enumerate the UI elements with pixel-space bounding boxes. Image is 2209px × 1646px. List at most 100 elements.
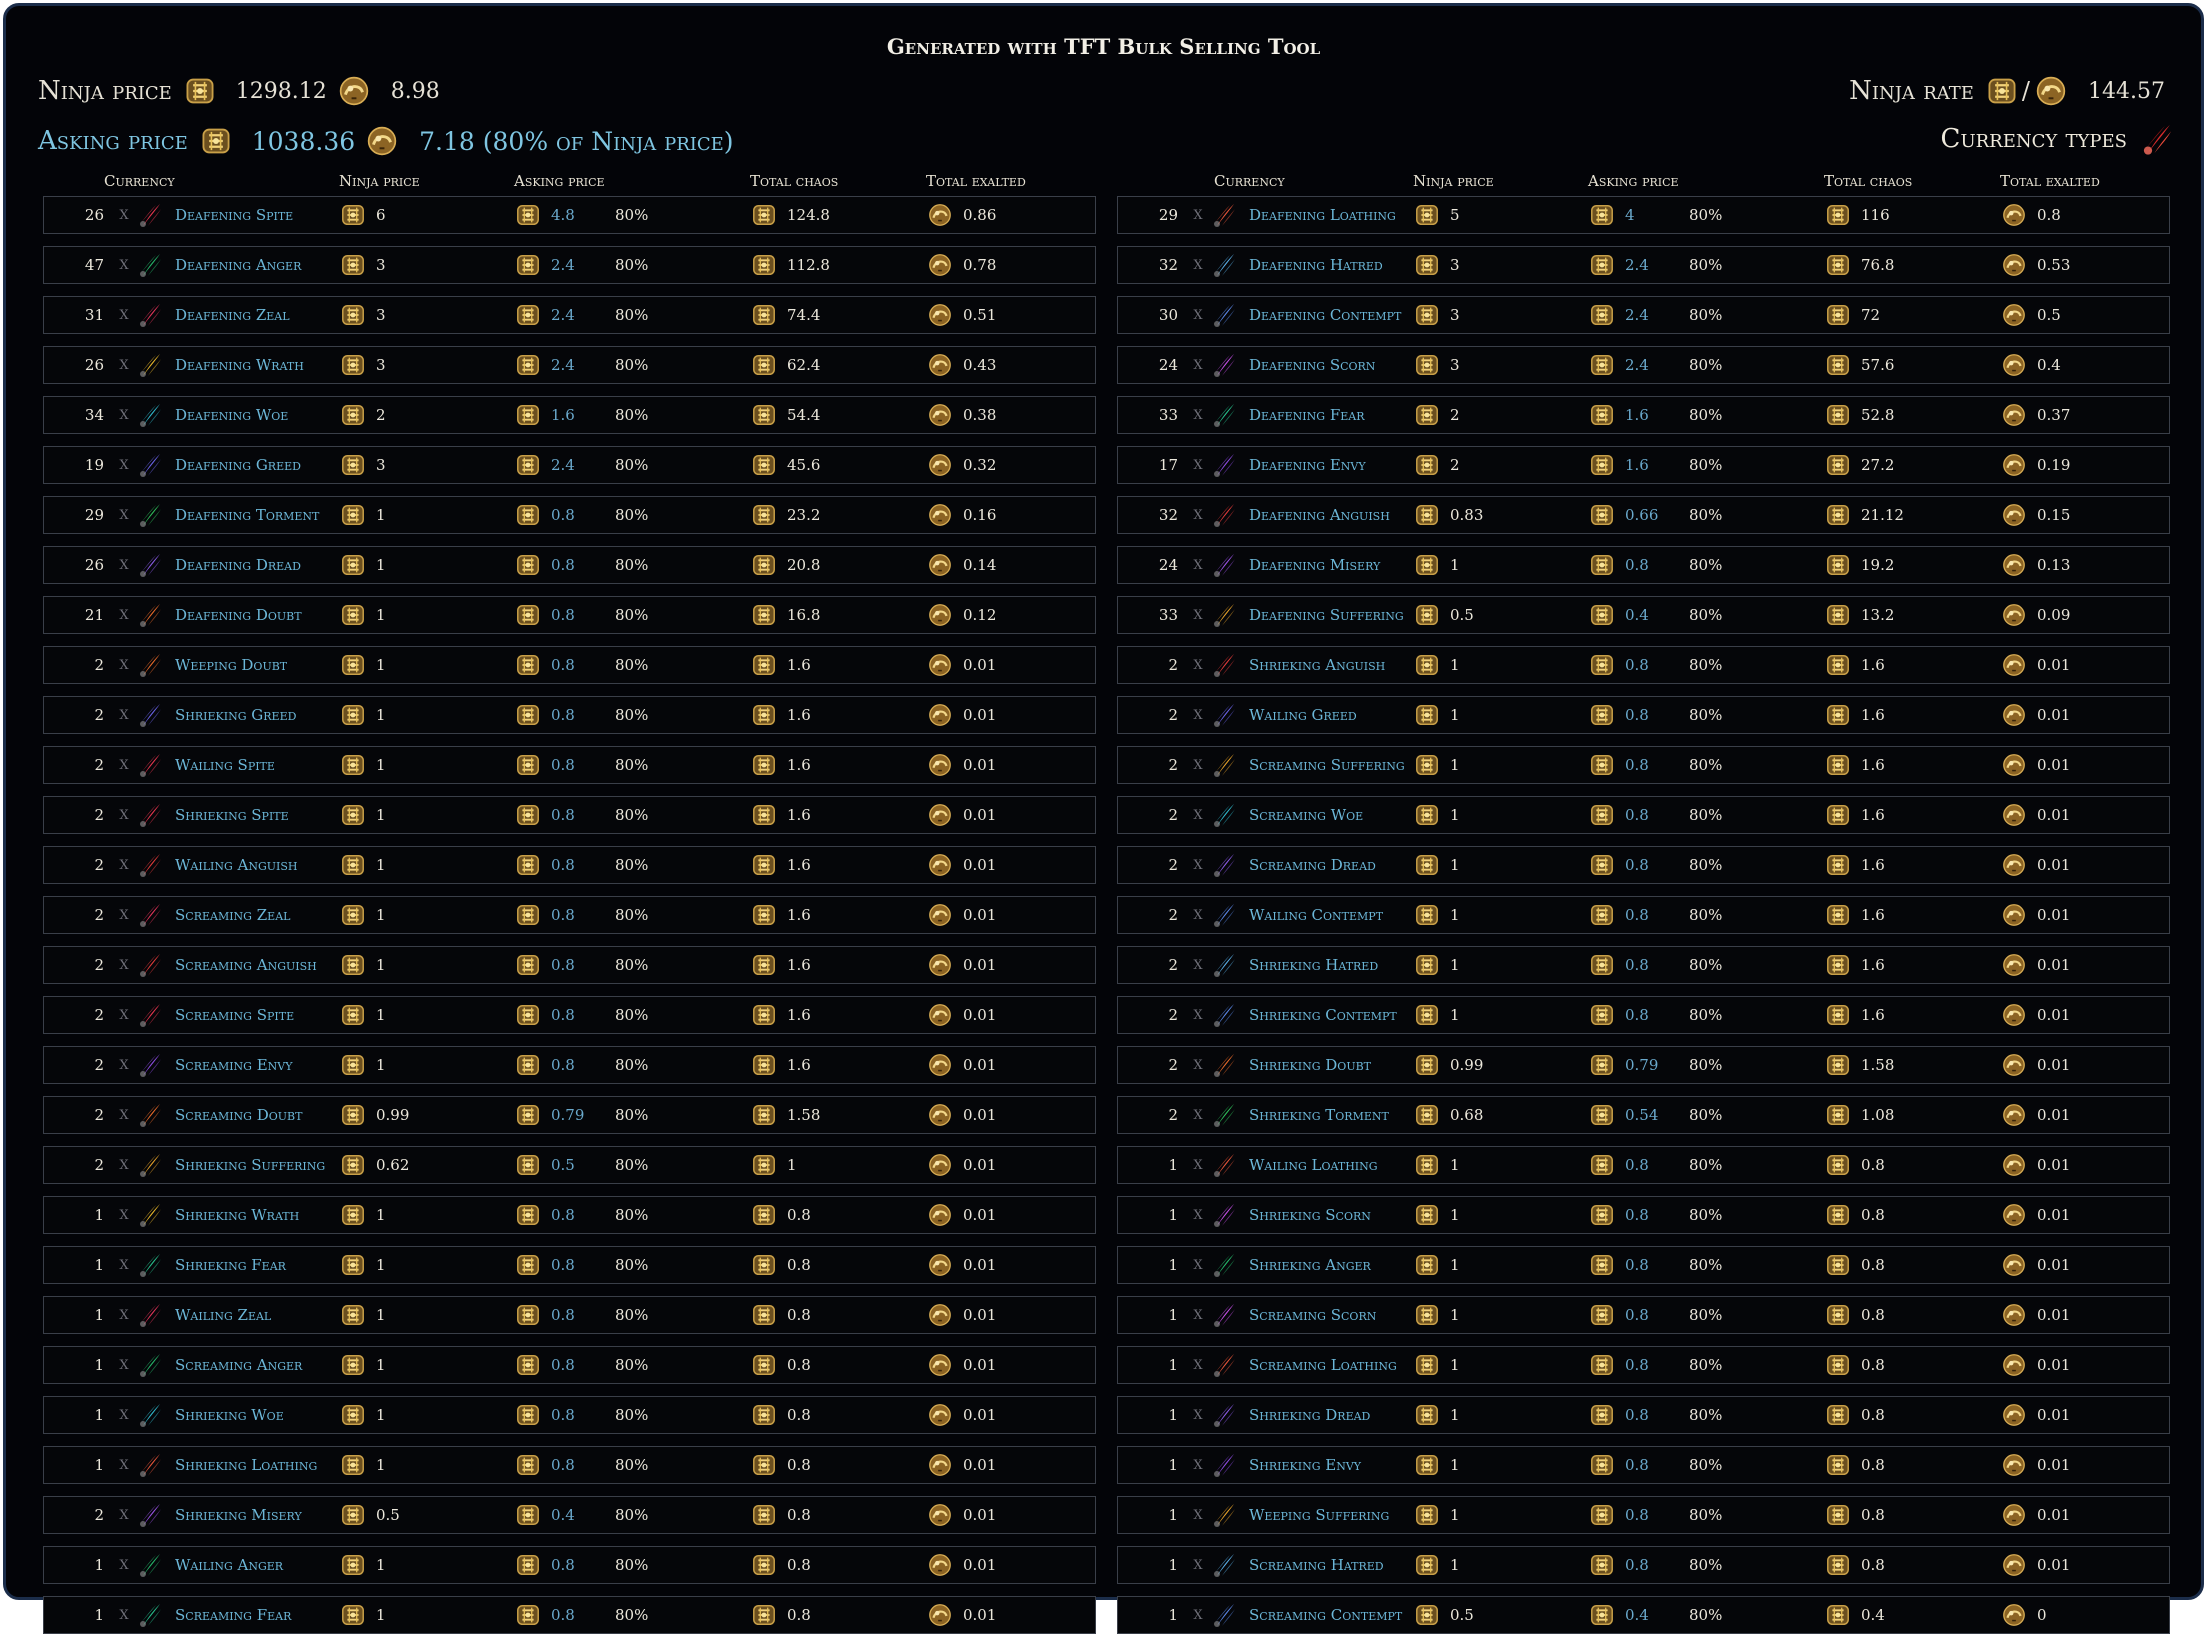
asking-price-value[interactable]: 0.8: [1625, 856, 1649, 874]
asking-price-value[interactable]: 0.8: [551, 1556, 575, 1574]
asking-price-value[interactable]: 2.4: [551, 306, 575, 324]
asking-price-value[interactable]: 0.8: [1625, 1406, 1649, 1424]
currency-name[interactable]: Shrieking Anger: [1249, 1247, 1371, 1283]
currency-name[interactable]: Shrieking Hatred: [1249, 947, 1378, 983]
currency-name[interactable]: Shrieking Envy: [1249, 1447, 1361, 1483]
currency-name[interactable]: Shrieking Dread: [1249, 1397, 1370, 1433]
currency-name[interactable]: Deafening Envy: [1249, 447, 1366, 483]
asking-price-value[interactable]: 0.8: [551, 1406, 575, 1424]
currency-name[interactable]: Deafening Spite: [175, 197, 293, 233]
asking-price-value[interactable]: 0.8: [551, 856, 575, 874]
asking-price-value[interactable]: 4.8: [551, 206, 575, 224]
asking-price-value[interactable]: 0.4: [1625, 606, 1649, 624]
asking-price-value[interactable]: 0.8: [1625, 756, 1649, 774]
currency-name[interactable]: Wailing Spite: [175, 747, 275, 783]
asking-price-value[interactable]: 0.8: [551, 956, 575, 974]
asking-price-value[interactable]: 0.8: [1625, 556, 1649, 574]
asking-price-value[interactable]: 1.6: [551, 406, 575, 424]
currency-name[interactable]: Deafening Doubt: [175, 597, 302, 633]
currency-name[interactable]: Deafening Anger: [175, 247, 301, 283]
asking-price-value[interactable]: 2.4: [1625, 306, 1649, 324]
currency-name[interactable]: Shrieking Torment: [1249, 1097, 1389, 1133]
asking-price-value[interactable]: 0.4: [551, 1506, 575, 1524]
currency-name[interactable]: Shrieking Contempt: [1249, 997, 1397, 1033]
asking-price-value[interactable]: 0.8: [1625, 1206, 1649, 1224]
currency-name[interactable]: Wailing Contempt: [1249, 897, 1383, 933]
asking-price-value[interactable]: 0.8: [1625, 1256, 1649, 1274]
asking-price-value[interactable]: 1.6: [1625, 406, 1649, 424]
asking-price-value[interactable]: 0.8: [1625, 1506, 1649, 1524]
currency-name[interactable]: Shrieking Doubt: [1249, 1047, 1371, 1083]
asking-price-value[interactable]: 4: [1625, 206, 1635, 224]
asking-price-value[interactable]: 0.8: [551, 1456, 575, 1474]
asking-price-value[interactable]: 0.8: [551, 1206, 575, 1224]
asking-price-value[interactable]: 0.8: [1625, 1456, 1649, 1474]
asking-price-value[interactable]: 0.8: [1625, 1356, 1649, 1374]
asking-price-value[interactable]: 0.8: [551, 1056, 575, 1074]
currency-name[interactable]: Deafening Dread: [175, 547, 301, 583]
currency-name[interactable]: Screaming Woe: [1249, 797, 1363, 833]
currency-name[interactable]: Screaming Loathing: [1249, 1347, 1397, 1383]
asking-price-value[interactable]: 0.8: [551, 806, 575, 824]
currency-name[interactable]: Weeping Doubt: [175, 647, 287, 683]
currency-name[interactable]: Wailing Anger: [175, 1547, 283, 1583]
currency-name[interactable]: Screaming Fear: [175, 1597, 291, 1633]
asking-price-value[interactable]: 0.8: [551, 556, 575, 574]
asking-price-value[interactable]: 0.8: [1625, 906, 1649, 924]
asking-price-value[interactable]: 0.8: [551, 506, 575, 524]
currency-name[interactable]: Deafening Hatred: [1249, 247, 1383, 283]
asking-price-value[interactable]: 0.8: [551, 906, 575, 924]
currency-name[interactable]: Wailing Loathing: [1249, 1147, 1378, 1183]
currency-name[interactable]: Screaming Dread: [1249, 847, 1376, 883]
asking-price-value[interactable]: 2.4: [1625, 256, 1649, 274]
currency-name[interactable]: Shrieking Loathing: [175, 1447, 317, 1483]
asking-price-value[interactable]: 0.79: [551, 1106, 584, 1124]
currency-name[interactable]: Screaming Hatred: [1249, 1547, 1384, 1583]
currency-name[interactable]: Shrieking Misery: [175, 1497, 302, 1533]
currency-name[interactable]: Deafening Misery: [1249, 547, 1380, 583]
currency-name[interactable]: Deafening Scorn: [1249, 347, 1375, 383]
currency-name[interactable]: Shrieking Woe: [175, 1397, 284, 1433]
asking-price-value[interactable]: 0.8: [1625, 1556, 1649, 1574]
asking-price-value[interactable]: 2.4: [551, 256, 575, 274]
asking-price-value[interactable]: 0.4: [1625, 1606, 1649, 1624]
asking-price-value[interactable]: 0.5: [551, 1156, 575, 1174]
asking-price-value[interactable]: 0.8: [551, 706, 575, 724]
currency-name[interactable]: Deafening Greed: [175, 447, 301, 483]
currency-name[interactable]: Screaming Zeal: [175, 897, 290, 933]
currency-name[interactable]: Shrieking Wrath: [175, 1197, 299, 1233]
asking-price-value[interactable]: 0.8: [551, 606, 575, 624]
currency-name[interactable]: Deafening Wrath: [175, 347, 304, 383]
currency-name[interactable]: Deafening Woe: [175, 397, 288, 433]
currency-name[interactable]: Deafening Torment: [175, 497, 319, 533]
currency-name[interactable]: Screaming Doubt: [175, 1097, 302, 1133]
asking-price-value[interactable]: 0.8: [551, 1356, 575, 1374]
currency-name[interactable]: Deafening Fear: [1249, 397, 1364, 433]
asking-price-value[interactable]: 0.8: [551, 756, 575, 774]
asking-price-value[interactable]: 0.8: [551, 1306, 575, 1324]
currency-name[interactable]: Shrieking Spite: [175, 797, 289, 833]
currency-name[interactable]: Deafening Anguish: [1249, 497, 1390, 533]
currency-name[interactable]: Deafening Contempt: [1249, 297, 1401, 333]
currency-name[interactable]: Deafening Zeal: [175, 297, 290, 333]
asking-price-value[interactable]: 0.8: [551, 1006, 575, 1024]
currency-name[interactable]: Deafening Loathing: [1249, 197, 1396, 233]
currency-name[interactable]: Screaming Spite: [175, 997, 294, 1033]
asking-price-value[interactable]: 0.8: [1625, 706, 1649, 724]
asking-price-value[interactable]: 0.8: [551, 1256, 575, 1274]
currency-name[interactable]: Weeping Suffering: [1249, 1497, 1389, 1533]
currency-name[interactable]: Screaming Envy: [175, 1047, 293, 1083]
asking-price-value[interactable]: 0.79: [1625, 1056, 1658, 1074]
currency-name[interactable]: Screaming Suffering: [1249, 747, 1405, 783]
currency-name[interactable]: Screaming Anguish: [175, 947, 317, 983]
currency-name[interactable]: Screaming Anger: [175, 1347, 302, 1383]
asking-price-value[interactable]: 0.8: [1625, 1306, 1649, 1324]
currency-name[interactable]: Deafening Suffering: [1249, 597, 1404, 633]
currency-name[interactable]: Shrieking Scorn: [1249, 1197, 1371, 1233]
asking-price-value[interactable]: 1.6: [1625, 456, 1649, 474]
currency-name[interactable]: Shrieking Anguish: [1249, 647, 1385, 683]
asking-price-value[interactable]: 0.8: [1625, 1006, 1649, 1024]
currency-name[interactable]: Screaming Scorn: [1249, 1297, 1376, 1333]
currency-name[interactable]: Shrieking Greed: [175, 697, 296, 733]
asking-price-value[interactable]: 2.4: [551, 356, 575, 374]
